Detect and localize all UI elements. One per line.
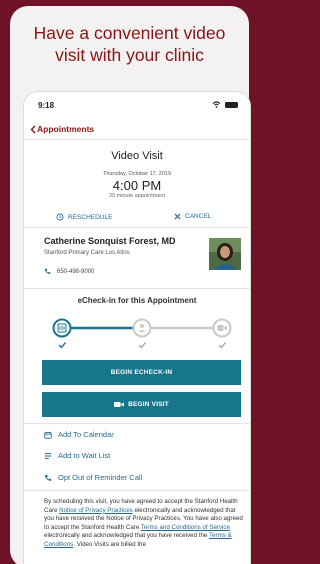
wifi-icon — [212, 101, 221, 108]
step-2-check-icon — [138, 342, 146, 349]
phone-screen: 9:18 Appointments Video Visit Thursday, … — [24, 92, 250, 564]
battery-icon — [225, 101, 238, 108]
section-divider — [24, 288, 250, 289]
visit-time: 4:00 PM — [112, 178, 162, 193]
opt-out-reminder-label: Opt Out of Reminder Call — [58, 473, 143, 482]
close-icon — [174, 213, 181, 220]
begin-echeckin-button[interactable]: BEGIN ECHECK-IN — [42, 360, 241, 385]
add-to-calendar-label: Add To Calendar — [58, 430, 114, 439]
step-1-check-icon — [58, 342, 67, 349]
privacy-practices-link[interactable]: Notice of Privacy Practices — [59, 507, 133, 514]
cancel-label: CANCEL — [185, 213, 212, 220]
headline-line-1: Have a convenient video — [33, 23, 226, 43]
back-button[interactable]: Appointments — [30, 124, 94, 134]
promo-headline: Have a convenient video visit with your … — [10, 22, 249, 66]
reschedule-button[interactable]: RESCHEDULE — [56, 213, 112, 221]
add-to-wait-list-label: Add to Wait List — [58, 451, 111, 460]
provider-phone[interactable]: 650-498-9000 — [44, 268, 94, 275]
begin-visit-label: BEGIN VISIT — [128, 401, 169, 408]
phone-icon — [44, 268, 51, 274]
status-time: 9:18 — [38, 101, 55, 110]
list-icon — [44, 452, 52, 459]
phone-number: 650-498-9000 — [57, 268, 95, 275]
step-1-circle[interactable] — [52, 318, 72, 338]
legal-fine-print: By scheduling this visit, you have agree… — [44, 498, 244, 550]
section-divider — [24, 423, 250, 424]
begin-echeckin-label: BEGIN ECHECK-IN — [110, 369, 173, 376]
terms-of-service-link[interactable]: Terms and Conditions of Service — [141, 524, 230, 531]
visit-duration: 20 minute appointment — [109, 193, 165, 199]
back-label: Appointments — [37, 124, 95, 134]
phone-off-icon — [44, 474, 52, 481]
begin-visit-button[interactable]: BEGIN VISIT — [42, 392, 241, 417]
add-to-calendar-link[interactable]: Add To Calendar — [44, 430, 114, 439]
echeckin-heading: eCheck-in for this Appointment — [77, 296, 197, 305]
cancel-button[interactable]: CANCEL — [174, 213, 211, 220]
visit-title: Video Visit — [111, 150, 163, 162]
video-camera-icon — [114, 402, 125, 407]
provider-name: Catherine Sonquist Forest, MD — [44, 236, 176, 246]
step-3-circle[interactable] — [212, 318, 232, 338]
echeckin-progress — [24, 312, 250, 352]
calendar-icon — [44, 431, 52, 439]
headline-line-2: visit with your clinic — [55, 45, 204, 65]
step-2-circle[interactable] — [132, 318, 152, 338]
step-3-check-icon — [218, 342, 226, 349]
status-icons — [212, 101, 238, 108]
provider-clinic: Stanford Primary Care Los Altos — [44, 250, 130, 256]
fine-print-text: . Video Visits are billed the — [73, 540, 146, 548]
section-divider — [24, 490, 250, 491]
clock-arrow-icon — [56, 213, 64, 221]
fine-print-text: electronically and acknowledged that you… — [44, 532, 209, 540]
status-bar: 9:18 — [24, 92, 250, 118]
chevron-left-icon — [30, 125, 36, 133]
nav-bar: Appointments — [24, 118, 250, 140]
provider-avatar — [209, 238, 241, 270]
visit-date: Thursday, October 17, 2019 — [102, 171, 172, 177]
appointment-actions: RESCHEDULE CANCEL — [24, 208, 250, 228]
add-to-wait-list-link[interactable]: Add to Wait List — [44, 451, 110, 460]
opt-out-reminder-link[interactable]: Opt Out of Reminder Call — [44, 473, 142, 482]
reschedule-label: RESCHEDULE — [68, 213, 113, 221]
